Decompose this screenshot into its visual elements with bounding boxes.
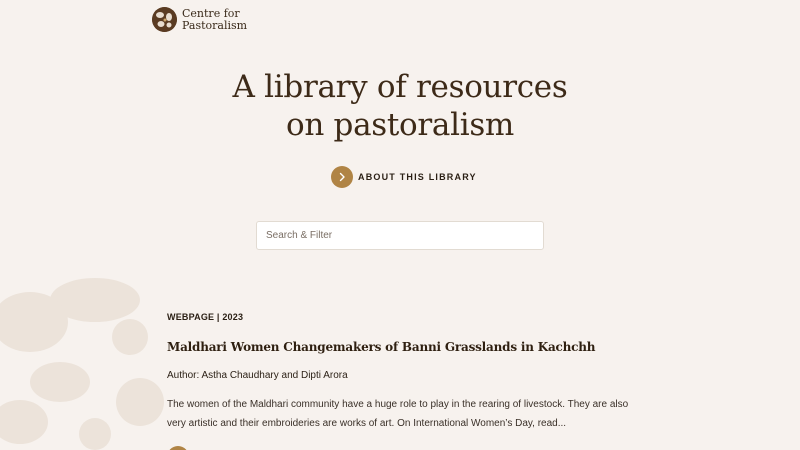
read-more-button[interactable] [167, 446, 189, 450]
about-library-label: ABOUT THIS LIBRARY [358, 172, 477, 182]
page-title: A library of resources on pastoralism [0, 68, 800, 144]
page-title-line-2: on pastoralism [285, 107, 515, 143]
logo-icon[interactable] [152, 7, 177, 32]
search-input[interactable] [256, 221, 544, 250]
resource-title-link[interactable]: Maldhari Women Changemakers of Banni Gra… [167, 340, 637, 354]
chevron-right-icon [331, 166, 353, 188]
brand-name[interactable]: Centre for Pastoralism [182, 6, 248, 32]
site-header: Centre for Pastoralism [152, 7, 247, 32]
decorative-pattern [0, 278, 164, 450]
about-library-button[interactable]: ABOUT THIS LIBRARY [331, 166, 477, 188]
brand-name-line-2: Pastoralism [182, 18, 248, 32]
page-title-line-1: A library of resources [232, 69, 568, 105]
brand-name-line-1: Centre for [182, 6, 240, 20]
resource-author: Author: Astha Chaudhary and Dipti Arora [167, 370, 348, 381]
resource-meta: WEBPAGE | 2023 [167, 312, 244, 322]
resource-description: The women of the Maldhari community have… [167, 399, 629, 429]
list-item: WEBPAGE | 2023 Maldhari Women Changemake… [167, 312, 637, 433]
